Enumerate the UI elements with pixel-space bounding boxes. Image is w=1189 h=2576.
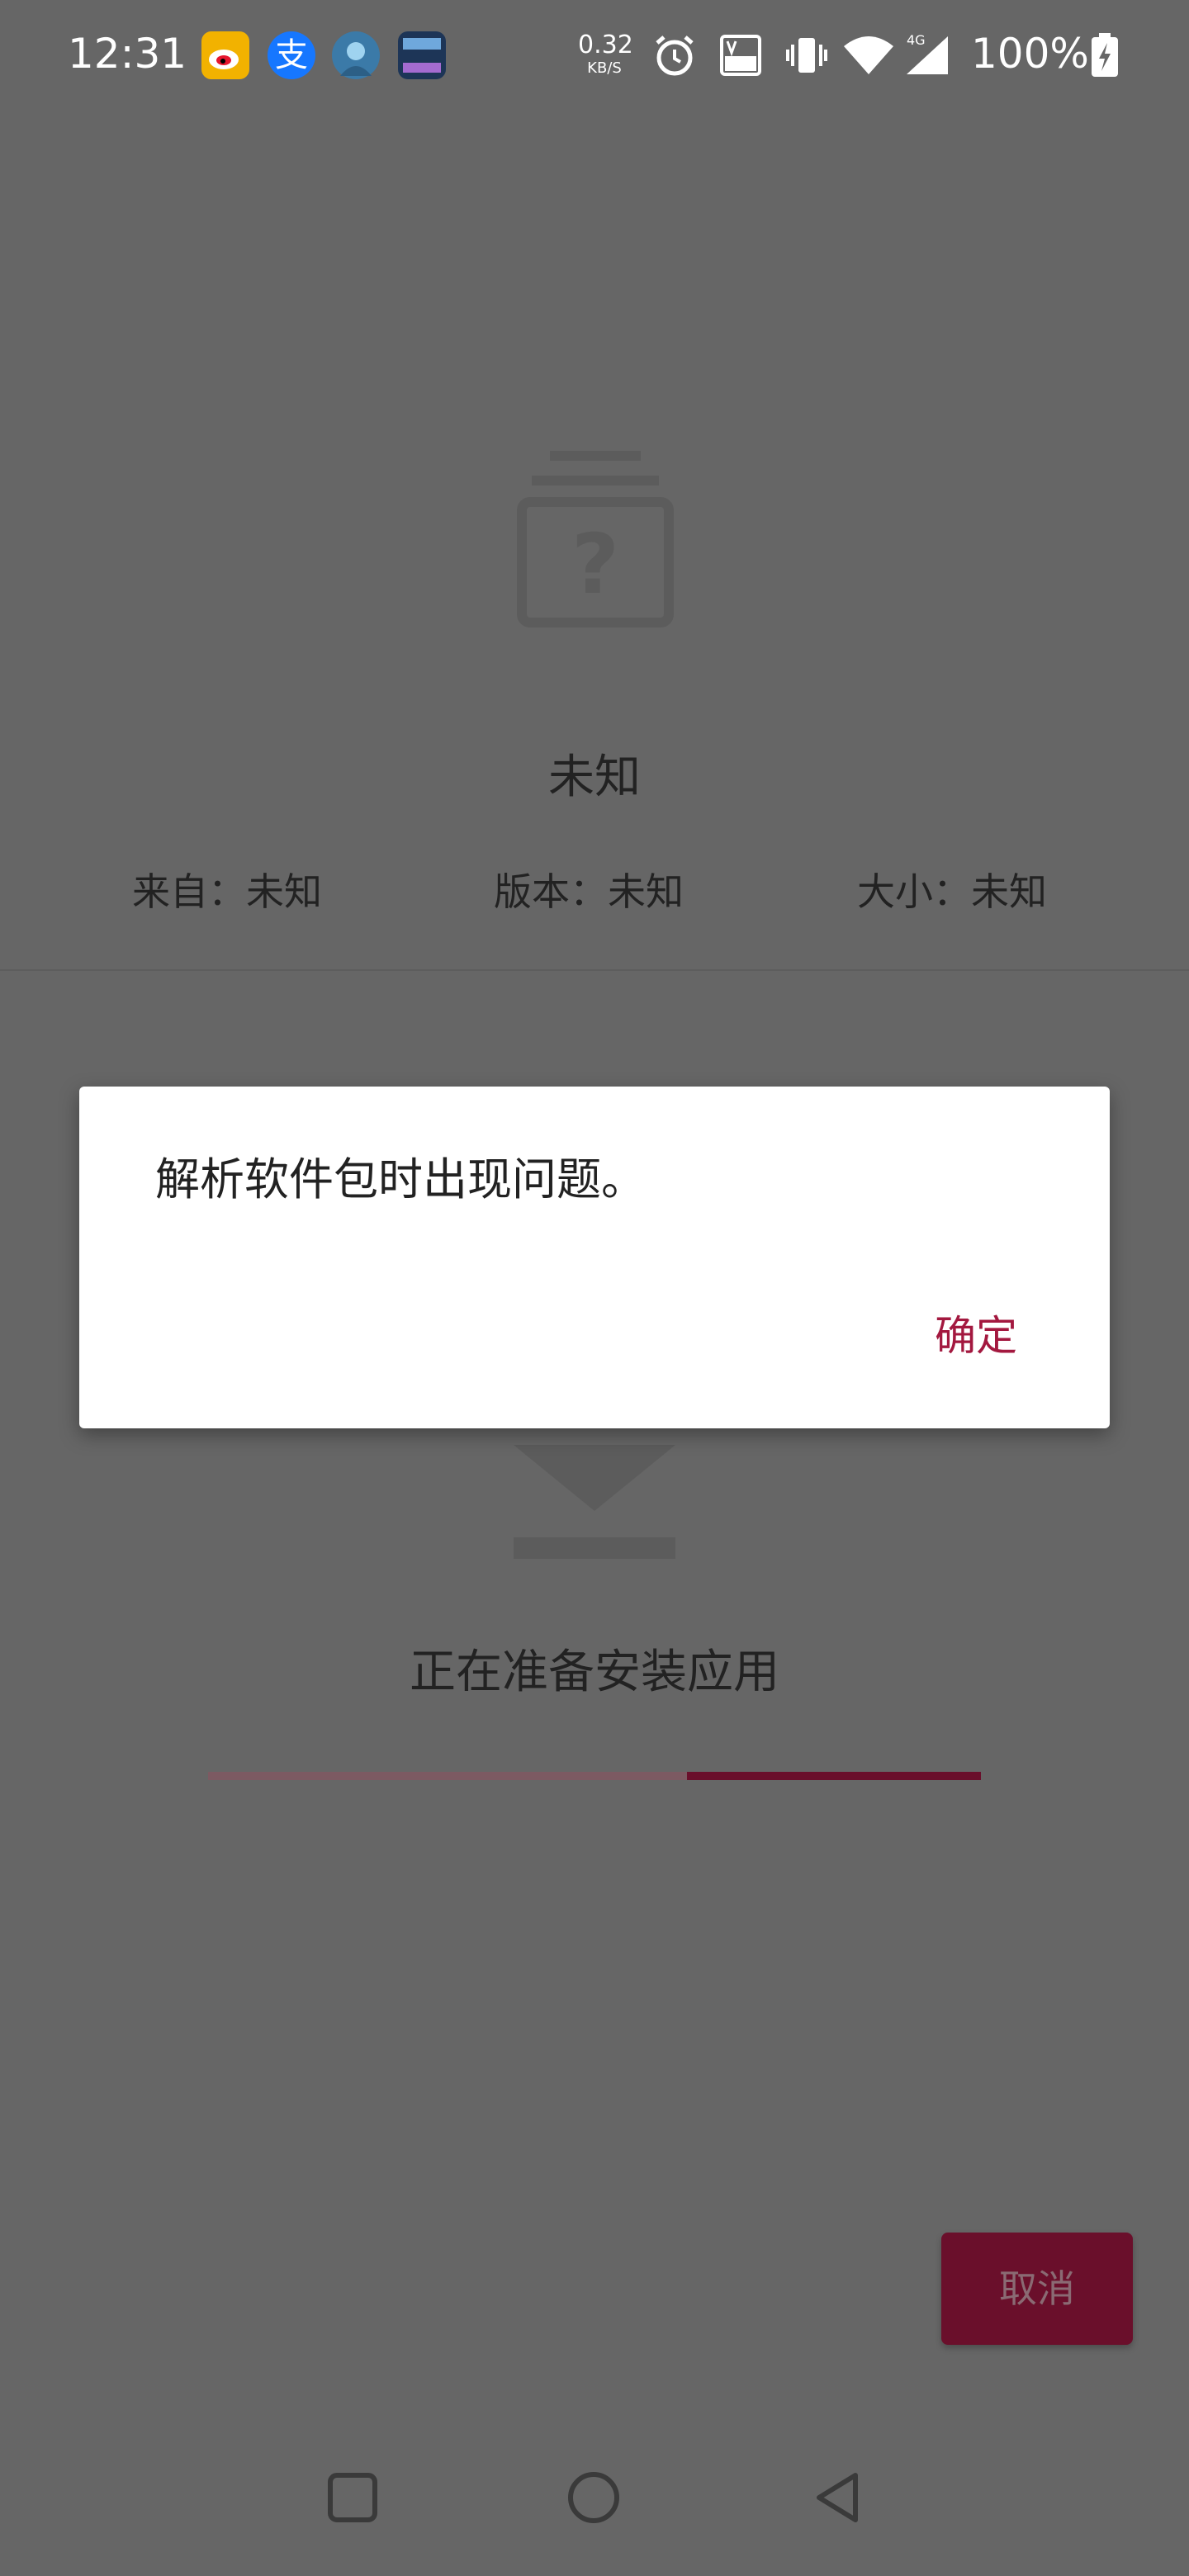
signal-4g-icon: 4G xyxy=(902,31,955,79)
status-bar: 12:31 支 0.32 KB/S 4G 100% xyxy=(0,0,1189,112)
ok-button[interactable]: 确定 xyxy=(935,1303,1017,1362)
weibo-icon xyxy=(201,31,249,79)
network-speed: 0.32 KB/S xyxy=(578,31,633,77)
dialog-message: 解析软件包时出现问题。 xyxy=(155,1153,646,1205)
alipay-icon: 支 xyxy=(268,31,315,79)
navigation-bar xyxy=(0,2411,1189,2576)
volte-icon xyxy=(717,31,765,79)
section-divider xyxy=(0,969,1189,971)
network-speed-unit: KB/S xyxy=(587,59,622,77)
game-app-icon xyxy=(398,31,446,79)
package-source: 来自：未知 xyxy=(132,869,322,914)
home-button[interactable] xyxy=(565,2469,623,2526)
package-meta-row: 来自：未知 版本：未知 大小：未知 xyxy=(0,862,1189,914)
network-speed-value: 0.32 xyxy=(578,31,633,59)
package-name: 未知 xyxy=(548,751,641,804)
vibrate-icon xyxy=(783,31,831,79)
battery-charging-icon xyxy=(1088,31,1121,79)
recents-button[interactable] xyxy=(324,2469,381,2526)
download-icon xyxy=(514,1420,675,1560)
wifi-icon xyxy=(842,31,895,79)
svg-text:4G: 4G xyxy=(907,32,926,48)
unknown-package-icon: ? xyxy=(517,451,674,627)
progress-indicator xyxy=(687,1772,981,1780)
battery-percentage: 100% xyxy=(971,30,1089,78)
cancel-button[interactable]: 取消 xyxy=(941,2233,1133,2345)
error-dialog: 解析软件包时出现问题。 确定 xyxy=(79,1087,1110,1428)
game-avatar-icon xyxy=(332,31,380,79)
svg-text:?: ? xyxy=(571,516,619,613)
alarm-icon xyxy=(651,31,699,79)
status-time: 12:31 xyxy=(68,30,187,78)
package-version: 版本：未知 xyxy=(494,869,684,914)
back-button[interactable] xyxy=(809,2469,867,2526)
package-installer-screen: 12:31 支 0.32 KB/S 4G 100% ? 未知 来自：未知 版本：… xyxy=(0,0,1189,2576)
package-size: 大小：未知 xyxy=(857,869,1047,914)
install-status-text: 正在准备安装应用 xyxy=(410,1646,779,1699)
